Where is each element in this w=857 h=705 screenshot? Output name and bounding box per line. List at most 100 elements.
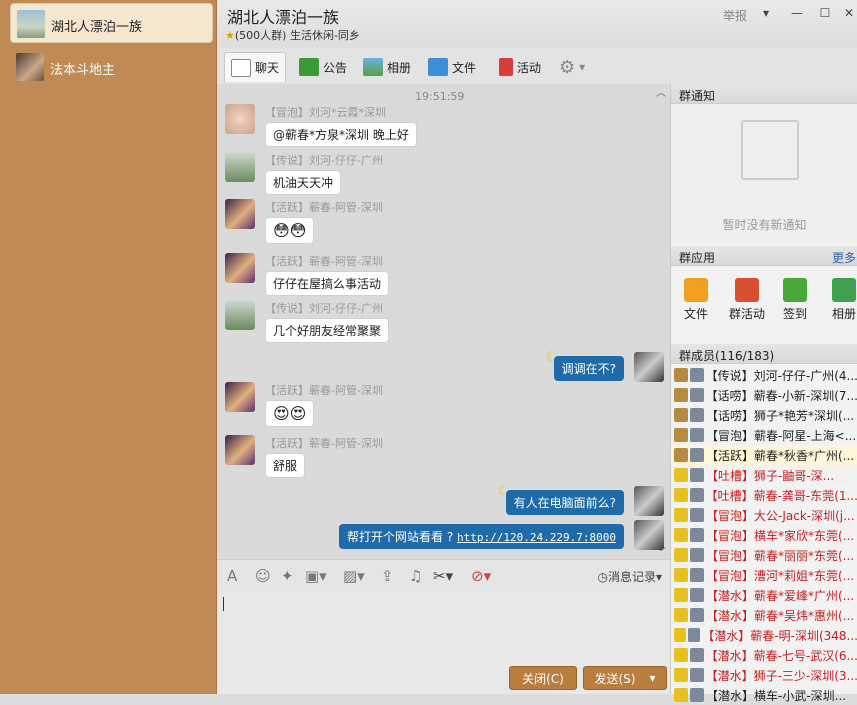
member-avatar (690, 428, 704, 442)
member-avatar (690, 688, 704, 702)
app-album[interactable]: 相册 (824, 278, 857, 322)
member-avatar (689, 488, 704, 502)
avatar[interactable] (225, 199, 255, 229)
maximize-button[interactable]: ☐ (816, 6, 834, 20)
image-icon[interactable]: ▨▾ (343, 567, 365, 585)
text-caret (223, 597, 224, 611)
member-list-item[interactable]: 【话唠】狮子*艳芳*深圳(... (671, 405, 857, 425)
self-avatar[interactable] (634, 352, 664, 382)
scroll-up-icon[interactable]: ︿ (656, 84, 666, 99)
self-avatar[interactable] (634, 486, 664, 516)
message-bubble: 😳😳 (265, 217, 315, 244)
avatar[interactable] (225, 435, 255, 465)
block-icon[interactable]: ⊘▾ (471, 567, 491, 585)
member-name: 【冒泡】横车*家欣*东莞(... (706, 528, 855, 543)
message-link[interactable]: http://120.24.229.7:8000 (457, 531, 616, 544)
photo-icon (832, 278, 856, 302)
member-name: 【潜水】狮子-三少-深圳(3... (705, 668, 857, 683)
gallery-icon[interactable]: ▣▾ (305, 567, 327, 585)
avatar[interactable] (225, 104, 255, 134)
conversation-item-hubei-group[interactable]: 湖北人漂泊一族 (10, 3, 213, 43)
app-activity[interactable]: 群活动 (723, 278, 771, 322)
avatar[interactable] (225, 300, 255, 330)
member-avatar (690, 588, 704, 602)
chat-window: 湖北人漂泊一族 ★(500人群) 生活休闲-同乡 举报 ▾ — ☐ ✕ 聊天 公… (217, 0, 857, 703)
input-toolbar: A ☺ ✦ ▣▾ ▨▾ ⇪ ♫ ✂▾ ⊘▾ ◷消息记录▾ (217, 559, 670, 591)
minimize-button[interactable]: — (788, 6, 806, 20)
upload-icon[interactable]: ⇪ (381, 567, 394, 585)
message-history-button[interactable]: ◷消息记录▾ (597, 568, 662, 585)
message-sender: 【活跃】蕲春-阿管-深圳 (265, 255, 383, 268)
more-apps-link[interactable]: 更多 (832, 249, 856, 266)
message-area[interactable]: ︿ 19:51:59 【冒泡】刘河*云霞*深圳 @蕲春*方泉*深圳 晚上好 【传… (217, 84, 670, 559)
message-bubble: 舒服 (265, 453, 306, 478)
moon-icon: ☾ (497, 484, 510, 499)
settings-dropdown[interactable]: ⚙ ▾ (553, 52, 591, 82)
member-name: 【冒泡】蕲春*丽丽*东莞(... (706, 548, 855, 563)
group-subtitle: ★(500人群) 生活休闲-同乡 (225, 29, 360, 42)
send-button[interactable]: 发送(S) ▾ (583, 666, 667, 690)
member-name: 【话唠】蕲春-小新-深圳(7... (705, 388, 857, 403)
member-list-item[interactable]: 【话唠】蕲春-小新-深圳(7... (671, 385, 857, 405)
self-message-item: ☾ 有人在电脑面前么? (364, 484, 664, 516)
member-list-item[interactable]: 【冒泡】漕河*莉姐*东莞(... (671, 565, 857, 585)
emoji-icon[interactable]: ☺ (255, 567, 271, 585)
member-name: 【潜水】蕲春-七号-武汉(6... (705, 648, 857, 663)
tab-files[interactable]: 文件 (422, 52, 482, 82)
contact-avatar (16, 53, 44, 81)
tab-bar: 聊天 公告 相册 文件 活动 ⚙ ▾ (217, 50, 857, 84)
member-list-item[interactable]: 【吐槽】狮子-鼬哥-深... (671, 465, 857, 485)
app-checkin[interactable]: 签到 (775, 278, 815, 322)
scroll-down-icon[interactable]: ﹀ (656, 544, 666, 559)
close-window-button[interactable]: ✕ (840, 6, 857, 20)
flag-icon (299, 58, 319, 76)
close-button[interactable]: 关闭(C) (509, 666, 577, 690)
member-list-item[interactable]: 【潜水】蕲春-七号-武汉(6... (671, 645, 857, 665)
member-list-item[interactable]: 【潜水】蕲春*吴炜*惠州(... (671, 605, 857, 625)
message-sender: 【活跃】蕲春-阿管-深圳 (265, 437, 383, 450)
apps-header: 群应用 更多 (671, 246, 857, 266)
member-list-item[interactable]: 【潜水】蕲春*爱峰*广州(... (671, 585, 857, 605)
member-list-item[interactable]: 【冒泡】大公-Jack-深圳(j... (671, 505, 857, 525)
chat-bubble-icon (231, 58, 251, 77)
avatar[interactable] (225, 253, 255, 283)
message-input[interactable]: 关闭(C) 发送(S) ▾ (217, 591, 670, 694)
chevron-down-icon: ▾ (579, 60, 586, 74)
member-list-item[interactable]: 【冒泡】蕲春-阿星-上海<... (671, 425, 857, 445)
member-list-item[interactable]: 【潜水】蕲春-明-深圳(348... (671, 625, 857, 645)
member-status-icon (674, 468, 688, 482)
member-list-item[interactable]: 【传说】刘河-仔仔-广州(4... (671, 365, 857, 385)
member-list-item[interactable]: 【冒泡】蕲春*丽丽*东莞(... (671, 545, 857, 565)
member-list-item[interactable]: 【潜水】横车-小武-深圳... (671, 685, 857, 705)
member-status-icon (674, 608, 688, 622)
right-panel: 群通知 暂时没有新通知 群应用 更多 文件 群活动 签到 相册 群成员(116/1… (670, 84, 857, 703)
report-button[interactable]: 举报 (723, 7, 747, 24)
activity-icon (735, 278, 759, 302)
avatar[interactable] (225, 382, 255, 412)
music-icon[interactable]: ♫ (409, 567, 422, 585)
folder-icon (684, 278, 708, 302)
member-name: 【吐槽】狮子-鼬哥-深... (706, 468, 835, 483)
chevron-down-icon[interactable]: ▾ (649, 671, 655, 685)
tab-activity[interactable]: 活动 (493, 52, 547, 82)
tab-chat[interactable]: 聊天 (224, 52, 286, 82)
member-avatar (690, 528, 704, 542)
member-list-item[interactable]: 【吐槽】蕲春-龚哥-东莞(1... (671, 485, 857, 505)
message-bubble: 几个好朋友经常聚聚 (265, 318, 390, 343)
member-list-item[interactable]: 【活跃】蕲春*秋香*广州(... (671, 445, 857, 465)
font-icon[interactable]: A (227, 567, 237, 585)
menu-chevron-icon[interactable]: ▾ (757, 6, 775, 20)
conversation-item-doudizhu[interactable]: 法本斗地主 (10, 47, 213, 87)
member-list-item[interactable]: 【潜水】狮子-三少-深圳(3... (671, 665, 857, 685)
magic-icon[interactable]: ✦ (281, 567, 294, 585)
tab-notice[interactable]: 公告 (293, 52, 353, 82)
member-list-item[interactable]: 【冒泡】横车*家欣*东莞(... (671, 525, 857, 545)
app-files[interactable]: 文件 (676, 278, 716, 322)
member-name: 【冒泡】大公-Jack-深圳(j... (706, 508, 855, 523)
screenshot-icon[interactable]: ✂▾ (433, 567, 453, 585)
notice-box: 暂时没有新通知 (671, 104, 857, 244)
notice-header: 群通知 (671, 84, 857, 104)
avatar[interactable] (225, 152, 255, 182)
member-name: 【潜水】横车-小武-深圳... (706, 688, 847, 703)
tab-album[interactable]: 相册 (357, 52, 417, 82)
